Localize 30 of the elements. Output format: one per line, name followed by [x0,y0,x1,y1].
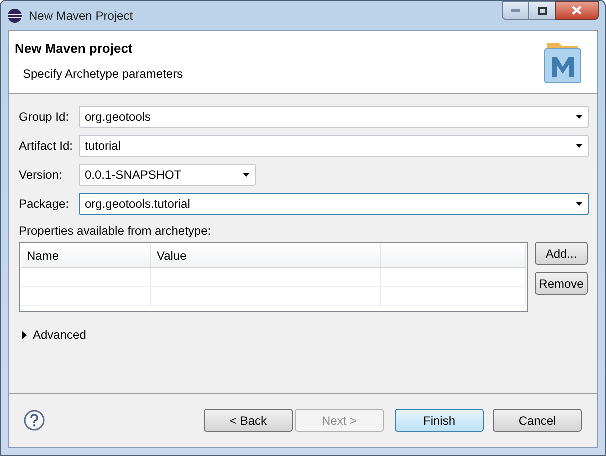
help-icon[interactable] [24,410,45,431]
page-title: New Maven project [15,40,134,58]
dialog-button[interactable]: Finish [395,409,484,432]
advanced-section-toggle[interactable]: Advanced [21,326,86,344]
combo-box[interactable]: org.geotools [79,106,589,128]
page-subtitle: Specify Archetype parameters [23,66,184,82]
field-label: Group Id: [19,109,70,126]
field-label: Version: [19,167,64,184]
dialog-button[interactable]: < Back [204,409,293,432]
column-header[interactable]: Name [21,244,151,267]
combo-box[interactable]: 0.0.1-SNAPSHOT [79,164,256,186]
dropdown-arrow-icon [576,115,583,119]
field-label: Package: [19,196,70,213]
close-icon [572,6,582,15]
combo-box[interactable]: tutorial [79,135,589,157]
table-action-button[interactable]: Remove [535,272,588,295]
properties-label: Properties available from archetype: [19,223,212,240]
close-button[interactable] [555,1,599,20]
eclipse-logo-icon [7,8,23,24]
maximize-button[interactable] [529,1,555,20]
table-action-button[interactable]: Add... [535,242,588,265]
column-header[interactable]: Value [151,244,381,267]
dropdown-arrow-icon [243,173,250,177]
combo-box[interactable]: org.geotools.tutorial [79,193,589,215]
dropdown-arrow-icon [576,144,583,148]
window-title: New Maven Project [29,8,134,24]
field-label: Artifact Id: [19,138,74,155]
dialog-button[interactable]: Cancel [493,409,582,432]
dropdown-arrow-icon [576,202,583,206]
expand-triangle-icon [21,330,27,340]
